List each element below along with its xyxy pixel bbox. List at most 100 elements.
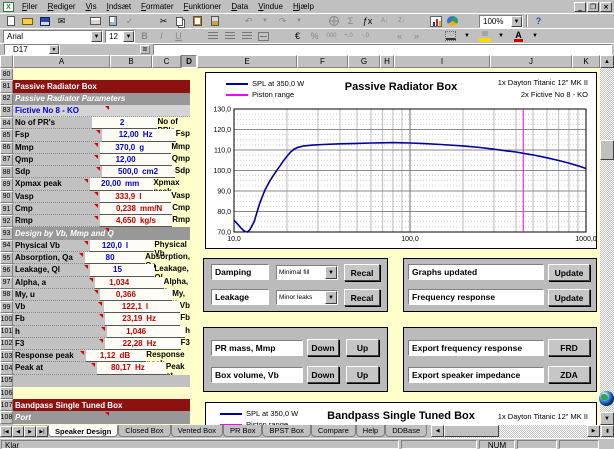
param-name-cell[interactable]: Peak at bbox=[13, 362, 97, 375]
toolbar-button[interactable]: % bbox=[306, 29, 323, 43]
param-name-cell[interactable]: Alpha, a bbox=[13, 276, 96, 289]
column-header[interactable]: J bbox=[490, 55, 572, 68]
param-value-cell[interactable]: 500,0 bbox=[101, 166, 141, 179]
sheet-tab[interactable]: Closed Box bbox=[118, 425, 171, 437]
row-header[interactable]: 80 bbox=[0, 68, 13, 81]
toolbar-button[interactable] bbox=[19, 14, 36, 28]
row-header[interactable]: 98 bbox=[0, 288, 13, 302]
param-name-cell[interactable]: Qmp bbox=[13, 153, 100, 167]
param-name-cell[interactable]: Fb bbox=[13, 313, 105, 326]
menu-funktioner[interactable]: Funktioner bbox=[179, 1, 227, 12]
toolbar-button[interactable]: ▼ bbox=[291, 14, 308, 28]
chevron-down-icon[interactable]: ▼ bbox=[49, 45, 59, 54]
font-size-combo[interactable]: 12 ▼ bbox=[105, 29, 135, 43]
sheet-tab[interactable]: DDBase bbox=[385, 425, 428, 437]
menu-indsaet[interactable]: Indsæt bbox=[102, 1, 136, 12]
param-unit-cell[interactable]: g bbox=[137, 141, 172, 154]
row-header[interactable]: 93 bbox=[0, 227, 13, 240]
param-name-cell[interactable]: Physical Vb bbox=[13, 239, 91, 252]
zoom-combo[interactable]: 100% ▼ bbox=[479, 14, 523, 28]
chevron-down-icon[interactable]: ▼ bbox=[91, 30, 102, 42]
param-unit-cell[interactable]: l bbox=[123, 239, 155, 252]
sheet-tab[interactable]: Speaker Design bbox=[48, 425, 119, 437]
param-value-cell[interactable]: 80 bbox=[85, 251, 117, 265]
param-name-cell[interactable]: Vasp bbox=[13, 190, 100, 203]
select-all-corner[interactable] bbox=[0, 55, 13, 68]
param-value-cell[interactable]: 0,366 bbox=[100, 288, 138, 302]
toolbar-button[interactable] bbox=[272, 29, 289, 43]
tab-scroll-button[interactable]: ▶ bbox=[24, 426, 36, 437]
column-header[interactable]: E bbox=[197, 55, 297, 68]
toolbar-button[interactable] bbox=[189, 14, 206, 28]
param-value-cell[interactable]: 122,1 bbox=[104, 301, 144, 314]
toolbar-button[interactable]: € bbox=[289, 29, 306, 43]
toolbar-button[interactable] bbox=[70, 14, 87, 28]
row-header[interactable]: 105 bbox=[0, 374, 13, 387]
update-frequency-button[interactable]: Update bbox=[548, 289, 590, 306]
toolbar-button[interactable] bbox=[444, 14, 461, 28]
menu-formater[interactable]: Formater bbox=[136, 1, 178, 12]
toolbar-button[interactable]: I bbox=[153, 29, 170, 43]
param-unit-cell[interactable]: Hz bbox=[140, 129, 176, 142]
toolbar-button[interactable] bbox=[138, 14, 155, 28]
toolbar-button[interactable]: ✉ bbox=[53, 14, 70, 28]
toolbar-button[interactable] bbox=[238, 29, 255, 43]
row-header[interactable]: 87 bbox=[0, 153, 13, 167]
sheet-grid[interactable]: Passive Radiator Box Passive Radiator Bo… bbox=[13, 68, 600, 425]
toolbar-button[interactable] bbox=[442, 29, 459, 43]
toolbar-button[interactable] bbox=[308, 14, 325, 28]
toolbar-button[interactable]: ▼ bbox=[257, 14, 274, 28]
close-button[interactable]: × bbox=[600, 1, 612, 12]
sheet-tab[interactable]: Compare bbox=[310, 425, 356, 437]
export-zda-button[interactable]: ZDA bbox=[548, 366, 590, 383]
toolbar-button[interactable]: U bbox=[170, 29, 187, 43]
param-unit-cell[interactable]: Hz bbox=[144, 337, 181, 351]
row-header[interactable]: 95 bbox=[0, 251, 13, 265]
toolbar-button[interactable] bbox=[206, 14, 223, 28]
param-name-cell[interactable]: Mmp bbox=[13, 141, 100, 154]
toolbar-button[interactable] bbox=[461, 14, 478, 28]
menu-rediger[interactable]: Rediger bbox=[43, 1, 81, 12]
column-header[interactable]: B bbox=[110, 55, 152, 68]
toolbar-button[interactable]: B bbox=[136, 29, 153, 43]
param-name-cell[interactable]: Response peak bbox=[13, 350, 86, 363]
row-header[interactable]: 97 bbox=[0, 276, 13, 289]
update-graphs-button[interactable]: Update bbox=[548, 264, 590, 281]
toolbar-button[interactable]: 000 bbox=[323, 29, 340, 43]
damping-dropdown[interactable]: Minimal fill ▼ bbox=[276, 265, 338, 280]
spl-chart[interactable]: SPL at 350,0 W Piston range Passive Radi… bbox=[205, 72, 597, 249]
sheet-tab[interactable]: BPST Box bbox=[262, 425, 311, 437]
pr-mass-down-button[interactable]: Down bbox=[307, 339, 339, 356]
row-header[interactable]: 82 bbox=[0, 92, 13, 105]
param-name-cell[interactable]: Fsp bbox=[13, 129, 103, 142]
row-header[interactable]: 90 bbox=[0, 190, 13, 203]
toolbar-button[interactable] bbox=[204, 29, 221, 43]
export-frd-button[interactable]: FRD bbox=[548, 339, 590, 356]
bandpass-chart[interactable]: SPL at 350,0 W Piston range Bandpass Sin… bbox=[205, 402, 597, 425]
leakage-dropdown[interactable]: Minor leaks ▼ bbox=[276, 290, 338, 305]
param-name-cell[interactable]: Sdp bbox=[13, 166, 102, 179]
param-unit-cell[interactable]: mm/N bbox=[137, 202, 173, 216]
recal-leakage-button[interactable]: Recal bbox=[344, 289, 380, 306]
toolbar-button[interactable] bbox=[427, 14, 444, 28]
toolbar-button[interactable] bbox=[2, 14, 19, 28]
param-name-cell[interactable]: My, u bbox=[13, 288, 101, 302]
row-header[interactable]: 96 bbox=[0, 264, 13, 277]
row-header[interactable]: 99 bbox=[0, 301, 13, 314]
param-unit-cell[interactable] bbox=[148, 325, 186, 338]
column-header[interactable]: I bbox=[394, 55, 490, 68]
toolbar-button[interactable] bbox=[172, 14, 189, 28]
param-value-cell[interactable]: 0,238 bbox=[100, 202, 138, 216]
toolbar-button[interactable]: A bbox=[510, 29, 527, 43]
horizontal-scroll-thumb[interactable] bbox=[444, 425, 500, 437]
tab-scroll-button[interactable]: |◀ bbox=[0, 426, 12, 437]
param-value-cell[interactable]: 2 bbox=[91, 117, 127, 130]
toolbar-button[interactable]: Σ bbox=[342, 14, 359, 28]
param-unit-cell[interactable]: cm2 bbox=[140, 166, 175, 179]
param-value-cell[interactable]: 80,17 bbox=[96, 362, 133, 375]
row-header[interactable]: 101 bbox=[0, 325, 13, 338]
toolbar-button[interactable] bbox=[223, 14, 240, 28]
param-name-cell[interactable]: Rmp bbox=[13, 215, 101, 228]
param-name-cell[interactable]: Leakage, Ql bbox=[13, 264, 91, 277]
param-unit-cell[interactable]: mm bbox=[123, 178, 154, 191]
